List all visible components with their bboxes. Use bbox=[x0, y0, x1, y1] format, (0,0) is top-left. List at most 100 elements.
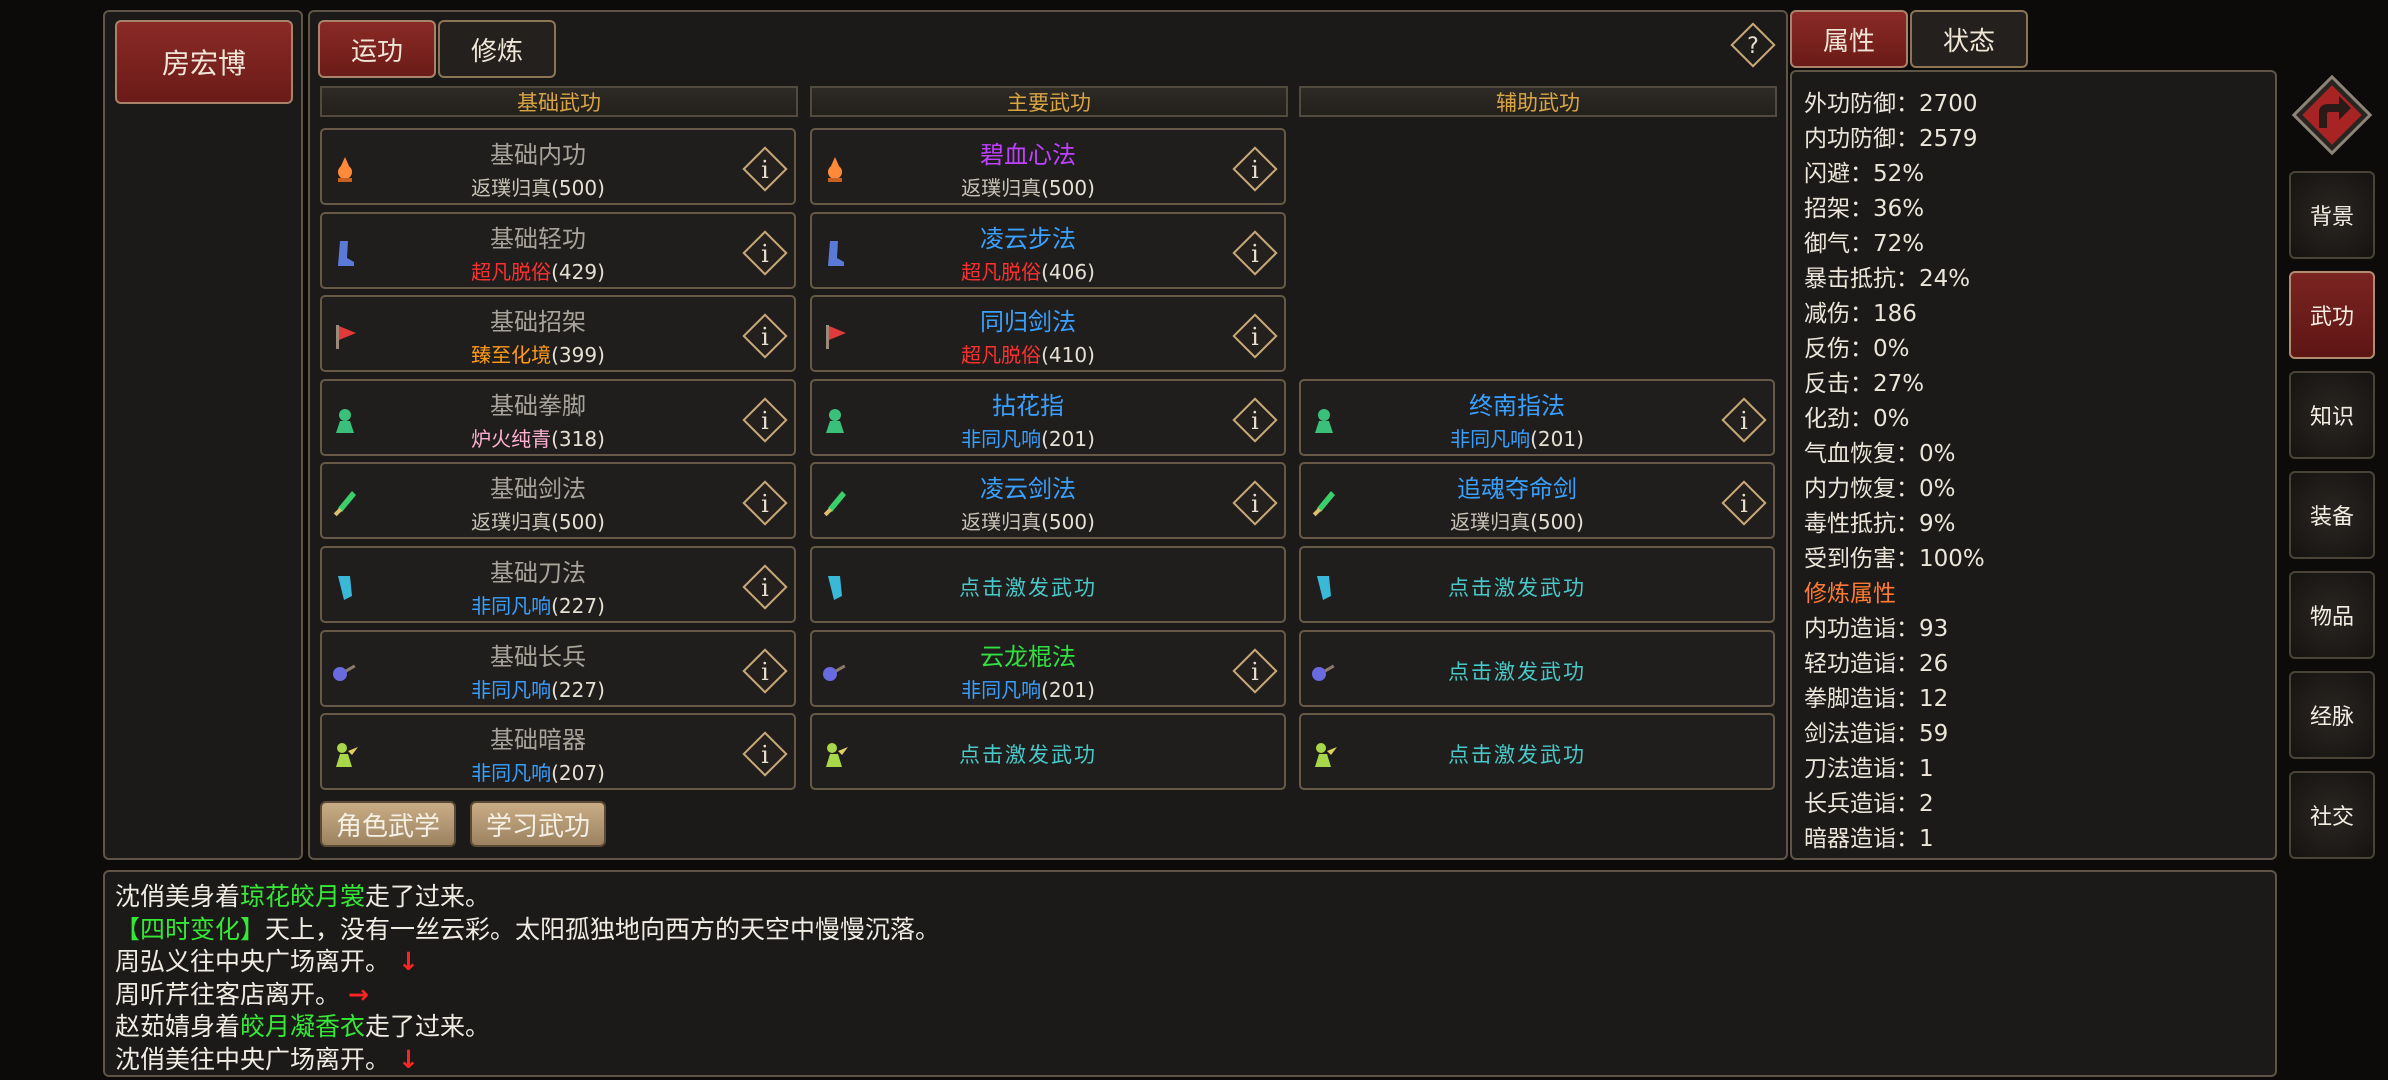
skill-name: 基础内功 bbox=[490, 141, 586, 169]
skill-card-main[interactable]: 云龙棍法非同凡响(201) i bbox=[810, 630, 1286, 707]
skill-card-basic[interactable]: 基础轻功超凡脱俗(429) i bbox=[320, 212, 796, 289]
skill-name: 云龙棍法 bbox=[980, 643, 1076, 671]
info-icon[interactable]: i bbox=[1230, 395, 1280, 445]
skill-card-main[interactable]: 碧血心法 返璞归真(500) i bbox=[810, 128, 1286, 205]
skill-level: 非同凡响(207) bbox=[471, 761, 605, 785]
log-line: 【四时变化】天上，没有一丝云彩。太阳孤独地向西方的天空中慢慢沉落。 bbox=[115, 915, 941, 944]
skill-card-main[interactable]: 凌云剑法 返璞归真(500) i bbox=[810, 462, 1286, 539]
info-icon[interactable]: i bbox=[740, 395, 790, 445]
info-icon[interactable]: i bbox=[740, 562, 790, 612]
trigger-skill-label: 点击激发武功 bbox=[959, 576, 1097, 600]
svg-text:i: i bbox=[1251, 407, 1259, 435]
skill-card-aux[interactable]: 点击激发武功 bbox=[1299, 713, 1775, 790]
stat-line: 内功防御：2579 bbox=[1804, 126, 1978, 152]
skill-card-basic[interactable]: 基础拳脚 炉火纯青(318) i bbox=[320, 379, 796, 456]
skill-card-main[interactable]: 凌云步法 超凡脱俗(406) i bbox=[810, 212, 1286, 289]
skill-level: 返璞归真(500) bbox=[961, 510, 1095, 534]
log-line: 周听芹往客店离开。 → bbox=[115, 980, 369, 1009]
skill-name: 追魂夺命剑 bbox=[1457, 475, 1577, 503]
back-button[interactable] bbox=[2289, 72, 2375, 158]
skill-card-main[interactable]: 拈花指 非同凡响(201) i bbox=[810, 379, 1286, 456]
learn-skills-button[interactable]: 学习武功 bbox=[470, 801, 606, 847]
trigger-skill-label: 点击激发武功 bbox=[1448, 576, 1586, 600]
info-icon[interactable]: i bbox=[1719, 478, 1769, 528]
skill-card-main[interactable]: 点击激发武功 bbox=[810, 713, 1286, 790]
trigger-skill-label: 点击激发武功 bbox=[1448, 743, 1586, 767]
info-icon[interactable]: i bbox=[740, 228, 790, 278]
info-icon[interactable]: i bbox=[740, 729, 790, 779]
tab-label: 运功 bbox=[350, 36, 403, 67]
skill-card-aux[interactable]: 追魂夺命剑返璞归真(500) i bbox=[1299, 462, 1775, 539]
skill-name: 基础轻功 bbox=[490, 225, 586, 253]
info-icon[interactable]: i bbox=[740, 478, 790, 528]
skill-name: 基础长兵 bbox=[490, 643, 586, 671]
svg-text:i: i bbox=[1251, 156, 1259, 184]
stat-line: 轻功造诣：26 bbox=[1804, 651, 1949, 677]
tab-yungong[interactable]: 运功 bbox=[318, 20, 436, 78]
skill-level: 返璞归真(500) bbox=[471, 510, 605, 534]
stat-line: 化劲：0% bbox=[1804, 406, 1910, 432]
side-nav-item[interactable]: 经脉 bbox=[2289, 671, 2375, 759]
skill-level: 炉火纯青(318) bbox=[471, 427, 605, 451]
tab-status[interactable]: 状态 bbox=[1910, 10, 2028, 68]
skill-name: 基础剑法 bbox=[490, 475, 586, 503]
stat-line: 闪避：52% bbox=[1804, 161, 1925, 187]
tab-attributes[interactable]: 属性 bbox=[1790, 10, 1908, 68]
side-nav-item[interactable]: 物品 bbox=[2289, 571, 2375, 659]
info-icon[interactable]: i bbox=[740, 311, 790, 361]
skill-card-basic[interactable]: 基础内功返璞归真(500) i bbox=[320, 128, 796, 205]
svg-text:i: i bbox=[761, 741, 769, 769]
skill-card-basic[interactable]: 基础暗器非同凡响(207) i bbox=[320, 713, 796, 790]
trigger-skill-label: 点击激发武功 bbox=[1448, 660, 1586, 684]
side-nav-item[interactable]: 背景 bbox=[2289, 171, 2375, 259]
skill-level: 非同凡响(227) bbox=[471, 594, 605, 618]
svg-text:i: i bbox=[1740, 407, 1748, 435]
log-line: 沈俏美往中央广场离开。 ↓ bbox=[115, 1045, 419, 1074]
skill-card-basic[interactable]: 基础刀法 非同凡响(227) i bbox=[320, 546, 796, 623]
skill-level: 超凡脱俗(429) bbox=[471, 260, 605, 284]
info-icon[interactable]: i bbox=[1230, 144, 1280, 194]
stat-line: 内力恢复：0% bbox=[1804, 476, 1956, 502]
info-icon[interactable]: i bbox=[1230, 478, 1280, 528]
svg-text:i: i bbox=[761, 323, 769, 351]
side-nav-item[interactable]: 装备 bbox=[2289, 471, 2375, 559]
skill-card-basic[interactable]: 基础剑法返璞归真(500) i bbox=[320, 462, 796, 539]
skill-card-aux[interactable]: 点击激发武功 bbox=[1299, 630, 1775, 707]
skill-card-main[interactable]: 同归剑法 超凡脱俗(410) i bbox=[810, 295, 1286, 372]
svg-text:i: i bbox=[761, 407, 769, 435]
help-icon: ? bbox=[1730, 22, 1776, 68]
info-icon[interactable]: i bbox=[1230, 311, 1280, 361]
info-icon[interactable]: i bbox=[1230, 646, 1280, 696]
side-nav-item[interactable]: 武功 bbox=[2289, 271, 2375, 359]
tab-label: 状态 bbox=[1942, 26, 1995, 57]
skill-name: 同归剑法 bbox=[980, 308, 1076, 336]
skill-level: 非同凡响(201) bbox=[961, 678, 1095, 702]
skill-card-basic[interactable]: 基础招架 臻至化境(399) i bbox=[320, 295, 796, 372]
help-button[interactable]: ? bbox=[1728, 20, 1778, 70]
skill-level: 返璞归真(500) bbox=[471, 176, 605, 200]
skill-level: 返璞归真(500) bbox=[1450, 510, 1584, 534]
svg-text:i: i bbox=[761, 574, 769, 602]
stat-section-header: 修炼属性 bbox=[1804, 581, 1896, 607]
info-icon[interactable]: i bbox=[740, 646, 790, 696]
log-line: 赵茹婧身着皎月凝香衣走了过来。 bbox=[115, 1012, 491, 1041]
stat-line: 减伤：186 bbox=[1804, 301, 1917, 327]
svg-text:i: i bbox=[1251, 658, 1259, 686]
character-name-button[interactable]: 房宏博 bbox=[115, 20, 293, 104]
side-nav-item[interactable]: 社交 bbox=[2289, 771, 2375, 859]
stat-line: 拳脚造诣：12 bbox=[1804, 686, 1949, 712]
side-nav-item[interactable]: 知识 bbox=[2289, 371, 2375, 459]
info-icon[interactable]: i bbox=[1230, 228, 1280, 278]
skill-card-aux[interactable]: 终南指法 非同凡响(201) i bbox=[1299, 379, 1775, 456]
skill-name: 基础暗器 bbox=[490, 726, 586, 754]
role-skills-button[interactable]: 角色武学 bbox=[320, 801, 456, 847]
skill-level: 超凡脱俗(406) bbox=[961, 260, 1095, 284]
skill-card-basic[interactable]: 基础长兵 非同凡响(227) i bbox=[320, 630, 796, 707]
info-icon[interactable]: i bbox=[1719, 395, 1769, 445]
skill-card-main[interactable]: 点击激发武功 bbox=[810, 546, 1286, 623]
skill-card-aux[interactable]: 点击激发武功 bbox=[1299, 546, 1775, 623]
column-header-label: 辅助武功 bbox=[1496, 90, 1580, 115]
tab-xiulian[interactable]: 修炼 bbox=[438, 20, 556, 78]
svg-text:i: i bbox=[1251, 323, 1259, 351]
info-icon[interactable]: i bbox=[740, 144, 790, 194]
